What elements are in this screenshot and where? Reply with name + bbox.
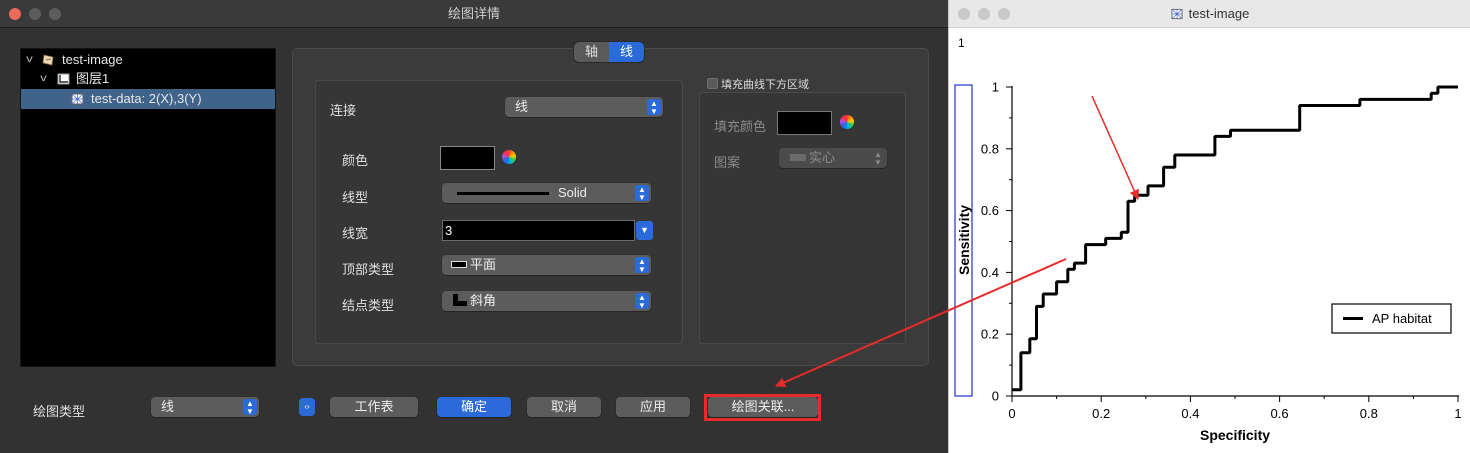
y-tick-label: 0.8: [981, 141, 999, 156]
chart-ticks: 0 0.2 0.4 0.6 0.8 1 0 0.2 0.4 0.6 0.8 1: [981, 80, 1462, 422]
x-tick-label: 0.2: [1092, 406, 1110, 421]
x-tick-label: 1: [1454, 406, 1461, 421]
x-tick-label: 0: [1008, 406, 1015, 421]
y-tick-label: 0: [992, 389, 999, 404]
x-tick-label: 0.4: [1181, 406, 1199, 421]
series-line: [1012, 85, 1458, 392]
annotation-arrow: [1091, 95, 1139, 200]
tab-switcher: 轴 线: [574, 42, 644, 62]
x-tick-label: 0.8: [1360, 406, 1378, 421]
y-tick-label: 0.4: [981, 265, 999, 280]
tab-axis[interactable]: 轴: [574, 42, 609, 62]
y-axis-label: Sensitivity: [956, 205, 972, 275]
legend-label: AP habitat: [1372, 311, 1432, 326]
y-tick-label: 0.2: [981, 327, 999, 342]
y-tick-label: 0.6: [981, 203, 999, 218]
annotation-arrow: [775, 258, 1067, 387]
roc-chart[interactable]: 0 0.2 0.4 0.6 0.8 1 0 0.2 0.4 0.6 0.8 1 Specificity…: [954, 80, 1462, 444]
x-axis-label: Specificity: [1200, 427, 1270, 443]
chart-series: [1012, 85, 1458, 392]
chart-axes: [1011, 86, 1459, 397]
chart-overlay: 0 0.2 0.4 0.6 0.8 1 0 0.2 0.4 0.6 0.8 1 Specificity…: [775, 80, 1462, 444]
legend[interactable]: AP habitat: [1331, 303, 1452, 334]
y-tick-label: 1: [992, 80, 999, 95]
x-tick-label: 0.6: [1271, 406, 1289, 421]
tab-line[interactable]: 线: [609, 42, 644, 62]
